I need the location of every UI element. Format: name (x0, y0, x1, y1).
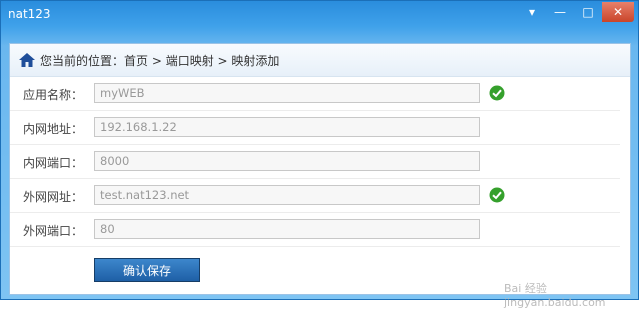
title-bar[interactable]: nat123 ▾ — □ ✕ (1, 1, 638, 29)
dropdown-icon: ▾ (528, 5, 536, 19)
maximize-icon: □ (582, 5, 594, 19)
valid-check-icon (489, 187, 505, 203)
form-row-lan-port: 内网端口： (10, 145, 620, 179)
lan-port-input[interactable] (94, 151, 480, 171)
wan-url-label: 外网网址： (23, 190, 84, 204)
lan-address-input[interactable] (94, 117, 480, 137)
maximize-button[interactable]: □ (574, 2, 602, 22)
breadcrumb-add-mapping: > 映射添加 (213, 53, 280, 68)
window-controls: ▾ — □ ✕ (518, 2, 634, 22)
breadcrumb: 您当前的位置： 首页 > 端口映射 > 映射添加 (10, 44, 630, 77)
close-button[interactable]: ✕ (602, 2, 634, 22)
app-name-label: 应用名称： (23, 88, 84, 102)
app-window: nat123 ▾ — □ ✕ 您当前的位置： 首页 > 端口映射 > 映射添加 … (0, 0, 639, 309)
form-row-app-name: 应用名称： (10, 77, 620, 111)
lan-address-label: 内网地址： (23, 122, 84, 136)
form-row-lan-address: 内网地址： (10, 111, 620, 145)
home-icon (19, 53, 35, 67)
confirm-save-button[interactable]: 确认保存 (94, 258, 200, 282)
wan-url-input[interactable] (94, 185, 480, 205)
lan-port-label: 内网端口： (23, 156, 84, 170)
close-icon: ✕ (612, 5, 624, 19)
wan-port-input[interactable] (94, 219, 480, 239)
breadcrumb-home[interactable]: 首页 (124, 52, 148, 69)
breadcrumb-prefix: 您当前的位置： (40, 53, 125, 68)
watermark: Bai 经验 jingyan.baidu.com (504, 282, 606, 309)
wan-port-label: 外网端口： (23, 224, 84, 238)
main-panel: 您当前的位置： 首页 > 端口映射 > 映射添加 应用名称： 内网地址： 内网端… (9, 43, 631, 309)
valid-check-icon (489, 85, 505, 101)
minimize-button[interactable]: — (546, 2, 574, 22)
form-row-wan-url: 外网网址： (10, 179, 620, 213)
window-menu-button[interactable]: ▾ (518, 2, 546, 22)
window-title: nat123 (8, 7, 51, 21)
minimize-icon: — (554, 5, 566, 19)
form-row-wan-port: 外网端口： (10, 213, 620, 247)
app-name-input[interactable] (94, 83, 480, 103)
breadcrumb-port-mapping[interactable]: > 端口映射 (148, 52, 214, 69)
